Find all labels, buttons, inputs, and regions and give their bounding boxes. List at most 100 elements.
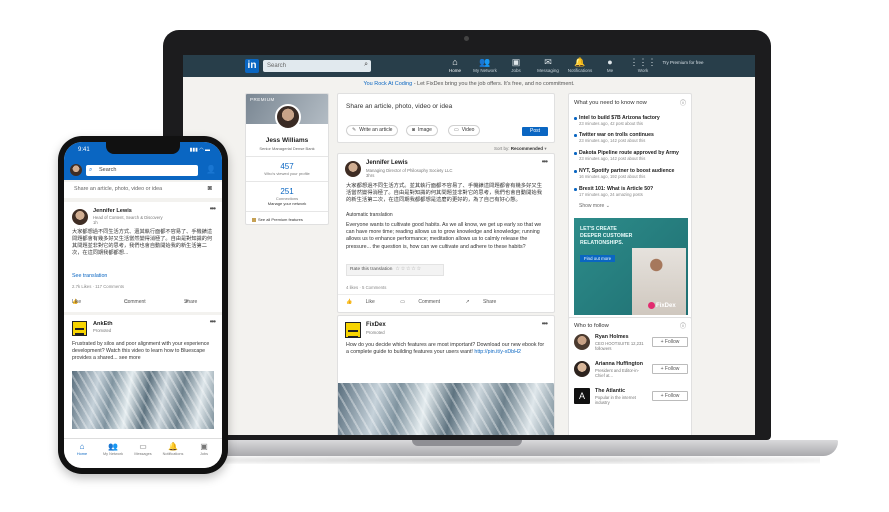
fixdex-ad[interactable]: LET'S CREATE DEEPER CUSTOMER RELATIONSHI…	[574, 218, 688, 315]
follow-name[interactable]: The Atlantic	[595, 388, 625, 394]
premium-badge: PREMIUM	[250, 97, 275, 102]
share-box: Share an article, photo, video or idea ✎…	[337, 93, 555, 143]
nav-home[interactable]: ⌂ Home	[438, 57, 472, 73]
signal-battery-icon: ▮▮▮ ◠ ▬	[189, 147, 210, 153]
try-premium-link[interactable]: Try Premium for free	[661, 60, 705, 66]
info-icon[interactable]: ⓘ	[680, 98, 686, 107]
avatar[interactable]	[72, 209, 88, 225]
ad-find-out-more-button[interactable]: Find out more	[580, 255, 616, 262]
post-author[interactable]: Jennifer Lewis	[366, 160, 408, 166]
post-counts[interactable]: 2.7k Likes · 117 Comments	[72, 284, 124, 289]
nav-messaging[interactable]: ✉ Messaging	[531, 57, 565, 73]
post-author[interactable]: AnkEth	[93, 321, 113, 327]
ad-headline: LET'S CREATE DEEPER CUSTOMER RELATIONSHI…	[580, 226, 633, 246]
like-button[interactable]: 👍 Like	[346, 299, 387, 305]
nav-my-network[interactable]: 👥 My Network	[468, 57, 502, 73]
automatic-translation-label: Automatic translation	[346, 212, 393, 218]
post-time: 3hrs	[366, 173, 375, 178]
share-prompt[interactable]: Share an article, photo, video or idea	[346, 103, 452, 110]
more-icon[interactable]: •••	[542, 319, 548, 328]
banner-text: - Let FixDex bring you the job offers. I…	[412, 81, 575, 87]
follow-button[interactable]: + Follow	[652, 337, 688, 347]
search-input[interactable]: Search ⌕	[263, 60, 371, 72]
tab-messages[interactable]: ▭ Messages	[128, 442, 158, 456]
rate-translation[interactable]: Rate this translation ☆☆☆☆☆	[346, 264, 444, 276]
follow-suggestion: A The Atlantic Popular in the internet i…	[574, 388, 690, 412]
avatar[interactable]	[70, 164, 82, 176]
manage-network-link[interactable]: Manage your network	[246, 201, 328, 206]
video-button[interactable]: ▭ Video	[448, 125, 481, 136]
news-item[interactable]: Dakota Pipeline route approved by Army 23…	[574, 150, 688, 161]
post-actions: 👍 Like ▭ Comment ↗ Share	[346, 299, 520, 305]
connections-stat[interactable]: 251 Connections Manage your network	[246, 187, 328, 206]
premium-features-link[interactable]: See all Premium features	[246, 217, 328, 222]
post-image[interactable]	[338, 383, 554, 435]
post-author[interactable]: Jennifer Lewis	[93, 208, 132, 214]
star-rating-icons[interactable]: ☆☆☆☆☆	[395, 267, 422, 272]
news-item[interactable]: Brexit 101: What is Article 50? 17 minute…	[574, 186, 688, 197]
comment-icon: ▭	[400, 299, 405, 305]
more-icon[interactable]: •••	[210, 204, 216, 213]
nav-me[interactable]: ● Me	[593, 57, 627, 73]
nav-jobs[interactable]: ▣ Jobs	[499, 57, 533, 73]
follow-name[interactable]: Ryan Holmes	[595, 334, 629, 340]
profile-title: Senior Managerial Dense Bank	[259, 146, 315, 151]
profile-views-stat[interactable]: 457 Who's viewed your profile	[246, 162, 328, 176]
follow-subtitle: Popular in the internet industry	[595, 395, 636, 406]
sort-value: Recommended	[510, 146, 544, 151]
post-image[interactable]	[72, 371, 214, 429]
camera-icon[interactable]: ◙	[208, 185, 212, 192]
comment-button[interactable]: ▭ Comment	[400, 299, 452, 305]
post-body-translated: Everyone wants to cultivate good habits.…	[346, 222, 542, 250]
post-button[interactable]: Post	[522, 127, 548, 136]
tab-notifications[interactable]: 🔔 Notifications	[158, 442, 188, 456]
news-item[interactable]: NYT, Spotify partner to boost audience 16…	[574, 168, 688, 179]
avatar[interactable]	[345, 161, 361, 177]
follow-name[interactable]: Arianna Huffington	[595, 361, 643, 367]
avatar[interactable]	[574, 334, 590, 350]
thumbs-up-icon: 👍	[346, 299, 353, 305]
see-translation-link[interactable]: See translation	[72, 273, 107, 279]
post-link[interactable]: http://pin.it/y-xDbH2	[474, 349, 521, 355]
write-article-button[interactable]: ✎ Write an article	[346, 125, 399, 136]
profile-name[interactable]: Jess Williams	[246, 137, 328, 144]
post-counts[interactable]: 4 likes · 5 Comments	[346, 285, 386, 290]
info-icon[interactable]: ⓘ	[680, 321, 686, 330]
follow-button[interactable]: + Follow	[652, 391, 688, 401]
follow-subtitle: President and Editor-in-Chief at...	[595, 368, 639, 379]
nav-notifications[interactable]: 🔔 Notifications	[563, 57, 597, 73]
the-atlantic-logo[interactable]: A	[574, 388, 590, 404]
tab-jobs[interactable]: ▣ Jobs	[189, 442, 219, 456]
job-banner[interactable]: You Rock At Coding - Let FixDex bring yo…	[183, 81, 755, 87]
image-button[interactable]: ◙ Image	[406, 125, 438, 136]
profile-avatar[interactable]	[275, 104, 301, 130]
linkedin-logo[interactable]: in	[245, 59, 259, 73]
post-body: 大家都想過不同生活方式、還其執行面都不容易了、手機錶這問題都會有幾多好又生活當然…	[72, 229, 213, 256]
notifications-icon: 🔔	[574, 57, 586, 67]
messaging-icon: ✉	[544, 57, 552, 67]
avatar[interactable]	[574, 361, 590, 377]
camera-icon: ◙	[412, 127, 416, 133]
people-icon[interactable]: 👤	[206, 165, 216, 174]
more-icon[interactable]: •••	[542, 157, 548, 166]
search-icon[interactable]: ⌕	[364, 61, 368, 69]
anketh-logo[interactable]	[72, 321, 87, 336]
news-item[interactable]: Intel to build $7B Arizona factory 23 min…	[574, 115, 688, 126]
share-button[interactable]: ↗ Share	[465, 299, 508, 305]
show-more-button[interactable]: Show more ⌄	[579, 203, 610, 209]
share-box[interactable]: Share an article, photo, video or idea ◙	[64, 182, 222, 198]
who-to-follow-panel: Who to follow ⓘ Ryan Holmes CEO HOOTSUIT…	[568, 317, 692, 435]
search-input[interactable]: ⌕ Search	[86, 165, 198, 176]
post-author[interactable]: FixDex	[366, 322, 386, 328]
more-icon[interactable]: •••	[210, 317, 216, 326]
tab-my-network[interactable]: 👥 My Network	[98, 442, 128, 456]
news-item[interactable]: Twitter war on trolls continues 23 minute…	[574, 132, 688, 143]
follow-button[interactable]: + Follow	[652, 364, 688, 374]
bottom-tab-bar: ⌂ Home 👥 My Network ▭ Messages 🔔 Notificatio…	[64, 438, 222, 468]
tab-home[interactable]: ⌂ Home	[67, 442, 97, 456]
fixdex-logo[interactable]	[345, 322, 361, 338]
follow-header: Who to follow	[574, 323, 609, 329]
fixdex-logo-icon	[648, 302, 655, 309]
sort-dropdown[interactable]: Sort by: Recommended ▾	[494, 146, 547, 152]
nav-work[interactable]: ⋮⋮⋮ Work	[626, 57, 660, 73]
